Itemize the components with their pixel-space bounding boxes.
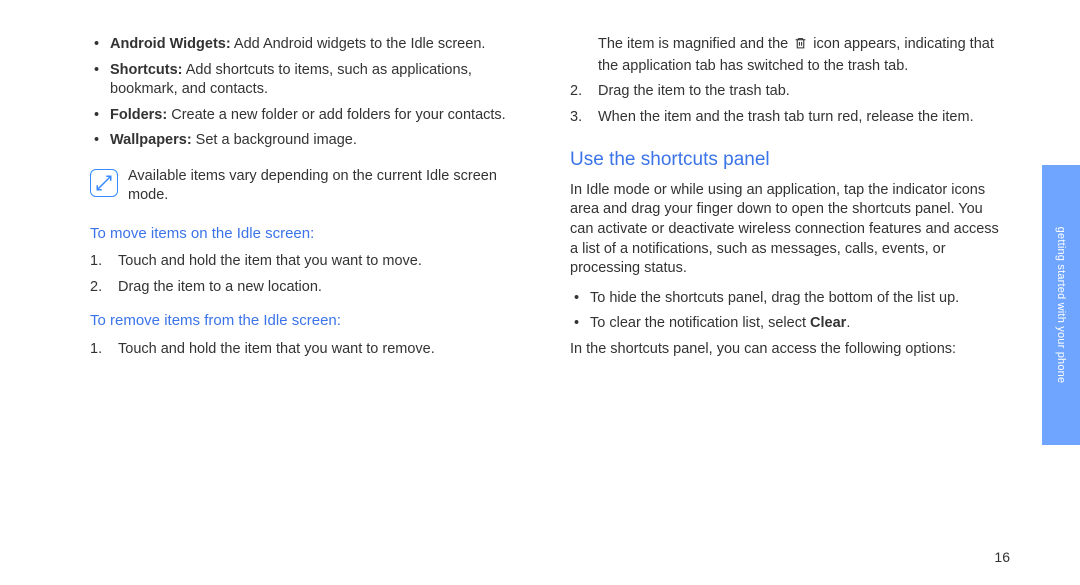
step: Drag the item to a new location.	[90, 278, 530, 298]
item-label: Shortcuts:	[110, 62, 183, 78]
item-label: Folders:	[110, 107, 167, 123]
step: Touch and hold the item that you want to…	[90, 252, 530, 272]
step: Touch and hold the item that you want to…	[90, 340, 530, 360]
shortcuts-bullets: To hide the shortcuts panel, drag the bo…	[570, 289, 1010, 334]
right-column: The item is magnified and the icon appea…	[570, 35, 1010, 373]
item-text: Add Android widgets to the Idle screen.	[231, 36, 486, 52]
list-item: To clear the notification list, select C…	[570, 314, 1010, 334]
note-text: Available items vary depending on the cu…	[128, 167, 530, 206]
note-icon	[90, 169, 118, 197]
note-block: Available items vary depending on the cu…	[90, 167, 530, 206]
bullet-pre: To clear the notification list, select	[590, 315, 810, 331]
item-text: Set a background image.	[192, 132, 357, 148]
item-text: Create a new folder or add folders for y…	[167, 107, 506, 123]
continuation-text: The item is magnified and the icon appea…	[570, 35, 1010, 76]
side-tab-strip: getting started with your phone	[1042, 165, 1080, 445]
shortcuts-heading: Use the shortcuts panel	[570, 147, 1010, 173]
move-heading: To move items on the Idle screen:	[90, 224, 530, 244]
move-steps: Touch and hold the item that you want to…	[90, 252, 530, 297]
remove-heading: To remove items from the Idle screen:	[90, 311, 530, 331]
list-item: Shortcuts: Add shortcuts to items, such …	[90, 61, 530, 100]
cont-pre: The item is magnified and the	[598, 36, 792, 52]
remove-steps-cont: Drag the item to the trash tab. When the…	[570, 82, 1010, 127]
left-column: Android Widgets: Add Android widgets to …	[90, 35, 530, 373]
step: When the item and the trash tab turn red…	[570, 108, 1010, 128]
side-tab-label: getting started with your phone	[1055, 227, 1067, 384]
side-tab: getting started with your phone	[1042, 0, 1080, 585]
list-item: Folders: Create a new folder or add fold…	[90, 106, 530, 126]
feature-list: Android Widgets: Add Android widgets to …	[90, 35, 530, 151]
bullet-post: .	[846, 315, 850, 331]
remove-steps: Touch and hold the item that you want to…	[90, 340, 530, 360]
item-label: Android Widgets:	[110, 36, 231, 52]
shortcuts-outro: In the shortcuts panel, you can access t…	[570, 340, 1010, 360]
bullet-bold: Clear	[810, 315, 846, 331]
list-item: Android Widgets: Add Android widgets to …	[90, 35, 530, 55]
list-item: To hide the shortcuts panel, drag the bo…	[570, 289, 1010, 309]
page-number: 16	[994, 549, 1010, 565]
item-label: Wallpapers:	[110, 132, 192, 148]
bullet-text: To hide the shortcuts panel, drag the bo…	[590, 290, 959, 306]
shortcuts-intro: In Idle mode or while using an applicati…	[570, 181, 1010, 279]
list-item: Wallpapers: Set a background image.	[90, 131, 530, 151]
trash-icon	[794, 36, 807, 57]
step: Drag the item to the trash tab.	[570, 82, 1010, 102]
